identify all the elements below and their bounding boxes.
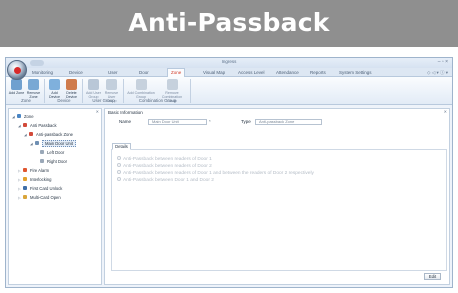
menu-door[interactable]: Door <box>136 69 152 76</box>
tree-item-label: Main Door Unit <box>42 140 76 147</box>
option-label: Anti-Passback between readers of Door 1 … <box>123 171 314 176</box>
tree-item-label: Multi-Card Open <box>30 195 61 200</box>
tree-item-first-card-unlock[interactable]: ▷ First Card Unlock <box>18 185 62 192</box>
app-title: Ingress <box>221 59 237 64</box>
anti-passback-icon <box>23 123 27 127</box>
add-zone-label: Add Zone <box>8 91 25 95</box>
menu-zone[interactable]: Zone <box>167 68 186 77</box>
radio-button[interactable] <box>117 163 121 167</box>
option-between-doors[interactable]: Anti-Passback between Door 1 and Door 2 <box>117 177 214 183</box>
tree-item-label: First Card Unlock <box>30 186 63 191</box>
name-label: Name <box>119 119 132 124</box>
radio-button[interactable] <box>117 177 121 181</box>
tree-item-label: Interlocking <box>30 177 52 182</box>
tree-item-label: Left Door <box>47 150 65 155</box>
menu-reports[interactable]: Reports <box>307 69 329 76</box>
menu-access-level[interactable]: Access Level <box>235 69 268 76</box>
remove-user-group-icon <box>106 79 117 90</box>
option-label: Anti-Passback between readers of Door 1 <box>123 157 212 162</box>
radio-button[interactable] <box>117 170 121 174</box>
anti-passback-zone-icon <box>29 132 33 136</box>
menu-visual-map[interactable]: Visual Map <box>200 69 228 76</box>
tree-item-interlocking[interactable]: ▷ Interlocking <box>18 176 51 183</box>
menu-system-settings[interactable]: System Settings <box>336 69 375 76</box>
tree-item-multi-card-open[interactable]: ▷ Multi-Card Open <box>18 194 61 201</box>
option-label: Anti-Passback between Door 1 and Door 2 <box>123 178 214 183</box>
add-device-icon <box>49 79 60 90</box>
tree-item-anti-passback-zone[interactable]: ◢ Anti-passback Zone <box>24 131 73 138</box>
option-both-doors-respectively[interactable]: Anti-Passback between readers of Door 1 … <box>117 170 314 176</box>
zone-icon <box>17 114 21 118</box>
interlocking-icon <box>23 177 27 181</box>
title-bar: Ingress – ▫ × <box>6 58 452 68</box>
tree-item-label: Right Door <box>47 159 68 164</box>
remove-combination-group-icon <box>166 79 178 90</box>
menu-bar: Monitoring Device User Door Zone Visual … <box>6 68 452 77</box>
ribbon-group-zone: Zone <box>21 98 31 103</box>
type-label: Type <box>241 119 251 124</box>
menu-user[interactable]: User <box>105 69 121 76</box>
tree-item-label: Fire Alarm <box>30 168 50 173</box>
ribbon-separator <box>82 79 83 103</box>
ribbon-separator <box>190 79 191 103</box>
menu-device[interactable]: Device <box>66 69 86 76</box>
tree-item-anti-passback[interactable]: ◢ Anti Passback <box>18 122 57 129</box>
add-user-group-button[interactable]: Add User Group <box>85 79 102 99</box>
option-door1-readers[interactable]: Anti-Passback between readers of Door 1 <box>117 156 212 162</box>
window-controls[interactable]: – ▫ × <box>438 59 448 65</box>
application-menu-button[interactable] <box>7 60 27 80</box>
multi-card-open-icon <box>23 195 27 199</box>
type-field[interactable]: Anti-passback Zone <box>255 119 322 125</box>
tree-item-main-door-unit[interactable]: ◢ Main Door Unit <box>30 140 76 147</box>
tree-item-label: Anti Passback <box>30 123 57 128</box>
name-field[interactable]: Main Door Unit <box>148 119 207 125</box>
tree-item-right-door[interactable]: Right Door <box>40 158 67 165</box>
app-window: Ingress – ▫ × Monitoring Device User Doo… <box>5 57 453 288</box>
option-label: Anti-Passback between readers of Door 2 <box>123 164 212 169</box>
tab-details[interactable]: Details <box>112 143 131 150</box>
banner: Anti-Passback <box>0 0 458 47</box>
door-unit-icon <box>35 141 39 145</box>
tree-item-left-door[interactable]: Left Door <box>40 149 64 156</box>
radio-button[interactable] <box>117 156 121 160</box>
zone-tree-panel: ✕ ◢ Zone ◢ Anti Passback ◢ Anti-passback Zo… <box>8 108 102 285</box>
ribbon-group-user-group: User Group <box>92 98 115 103</box>
tree-item-zone[interactable]: ◢ Zone <box>12 113 34 120</box>
add-combination-group-button[interactable]: Add Combination Group <box>127 79 155 99</box>
door-icon <box>40 150 44 154</box>
banner-title: Anti-Passback <box>128 8 330 37</box>
menu-attendance[interactable]: Attendance <box>273 69 302 76</box>
help-controls[interactable]: ◇ ◁ ▾ ⓘ ▾ <box>427 70 448 76</box>
tree-item-label: Anti-passback Zone <box>36 132 74 137</box>
add-zone-icon <box>11 79 22 90</box>
details-panel: ✕ Basic Information Name Main Door Unit … <box>104 108 450 285</box>
remove-zone-button[interactable]: Remove Zone <box>25 79 42 99</box>
ribbon-group-device: Device <box>57 98 71 103</box>
add-user-group-icon <box>88 79 99 90</box>
pin-icon[interactable]: ✕ <box>96 109 99 114</box>
ribbon-separator <box>123 79 124 103</box>
first-card-unlock-icon <box>23 186 27 190</box>
section-title: Basic Information <box>108 110 143 115</box>
delete-device-button[interactable]: Delete Device <box>63 79 80 99</box>
edit-button[interactable]: Edit <box>424 273 441 280</box>
fire-alarm-icon <box>23 168 27 172</box>
pin-icon[interactable]: ✕ <box>444 109 447 114</box>
add-device-button[interactable]: Add Device <box>46 79 63 99</box>
option-door2-readers[interactable]: Anti-Passback between readers of Door 2 <box>117 163 212 169</box>
ribbon: Add Zone Remove Zone Add Device Delete D… <box>6 77 452 105</box>
ribbon-separator <box>44 79 45 103</box>
ribbon-group-combination-group: Combination Group <box>138 98 177 103</box>
menu-monitoring[interactable]: Monitoring <box>29 69 56 76</box>
door-icon <box>40 159 44 163</box>
remove-zone-icon <box>28 79 39 90</box>
tree-item-fire-alarm[interactable]: ▷ Fire Alarm <box>18 167 49 174</box>
required-mark: * <box>209 119 211 124</box>
tree-item-label: Zone <box>24 114 34 119</box>
delete-device-icon <box>66 79 77 90</box>
add-combination-group-icon <box>135 79 147 90</box>
add-zone-button[interactable]: Add Zone <box>8 79 25 95</box>
